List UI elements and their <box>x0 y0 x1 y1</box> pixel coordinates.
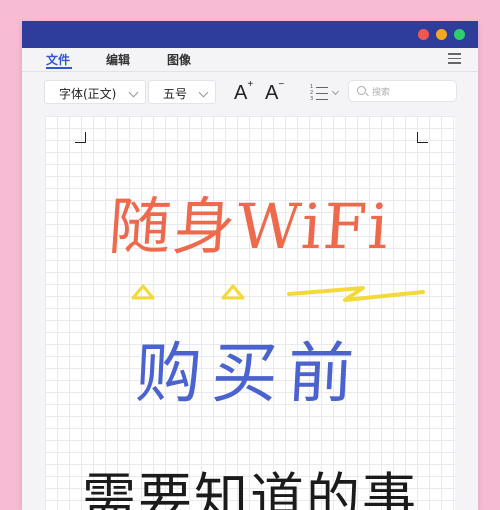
decorations <box>131 284 425 302</box>
list-line <box>316 93 328 94</box>
document-page[interactable]: 随身WiFi 购买前 需要知道的事 <box>45 116 455 510</box>
plus-icon: + <box>247 79 254 91</box>
title-bar <box>22 21 478 48</box>
headline-line-3: 需要知道的事 <box>82 467 418 510</box>
menu-bar: 文件 编辑 图像 <box>22 48 478 70</box>
search-input[interactable]: 搜索 <box>348 80 457 102</box>
editor-window: 文件 编辑 图像 字体(正文) 五号 A+ A− 1 2 3 搜索 随身WiFi… <box>22 21 478 510</box>
list-line <box>316 99 328 100</box>
chevron-down-icon <box>128 87 139 98</box>
grow-font-label: A <box>234 82 248 104</box>
font-size-value: 五号 <box>163 87 188 101</box>
font-family-value: 字体(正文) <box>59 87 117 101</box>
shrink-font-label: A <box>265 82 279 104</box>
menu-file[interactable]: 文件 <box>46 51 70 68</box>
search-placeholder: 搜索 <box>372 88 391 98</box>
font-size-select[interactable]: 五号 <box>148 80 216 104</box>
triangle-doodle-right <box>221 284 245 300</box>
chevron-down-icon <box>331 87 340 96</box>
triangle-doodle-left <box>131 284 155 300</box>
list-line <box>316 87 328 88</box>
headline-line-2: 购买前 <box>133 335 366 412</box>
maximize-button[interactable] <box>454 29 465 40</box>
minimize-button[interactable] <box>436 29 447 40</box>
menu-image[interactable]: 图像 <box>167 51 191 68</box>
minus-icon: − <box>278 79 285 91</box>
numbered-list-button[interactable]: 1 2 3 <box>310 84 340 102</box>
hamburger-menu-icon[interactable] <box>448 53 461 64</box>
list-number: 3 <box>310 96 314 102</box>
zigzag-underline <box>287 286 425 302</box>
font-family-select[interactable]: 字体(正文) <box>44 80 146 104</box>
decrease-font-size-button[interactable]: A− <box>265 79 285 105</box>
close-button[interactable] <box>418 29 429 40</box>
active-menu-indicator <box>46 67 72 69</box>
formatting-toolbar: 字体(正文) 五号 A+ A− 1 2 3 搜索 <box>22 71 478 112</box>
search-icon <box>357 86 366 95</box>
increase-font-size-button[interactable]: A+ <box>234 79 254 105</box>
menu-edit[interactable]: 编辑 <box>106 51 130 68</box>
chevron-down-icon <box>198 87 209 98</box>
